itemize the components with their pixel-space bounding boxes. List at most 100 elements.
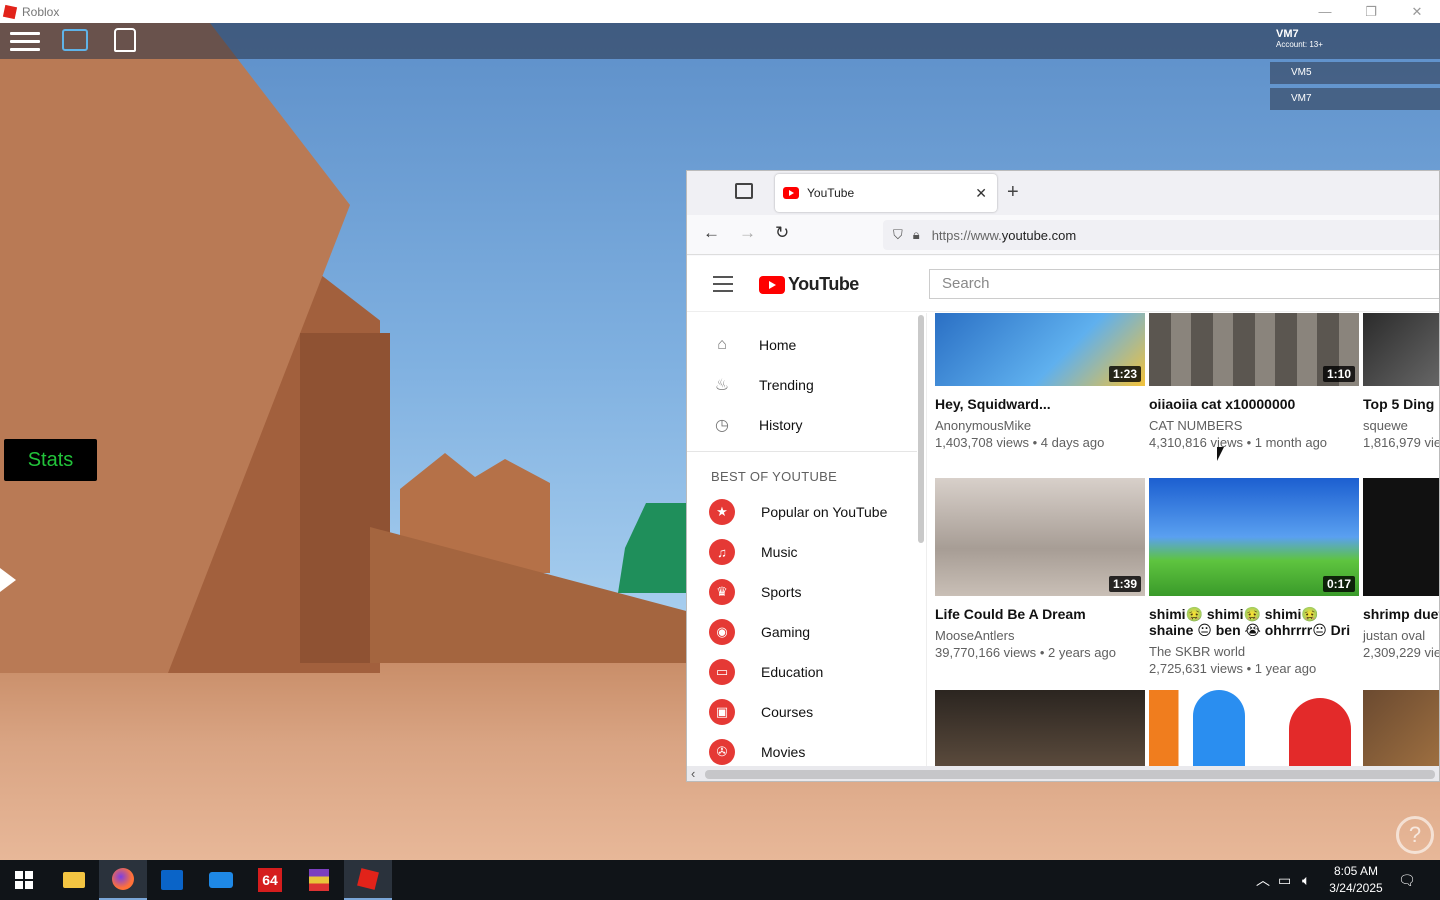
- video-thumbnail[interactable]: [1363, 690, 1439, 766]
- tab-close-icon[interactable]: ✕: [975, 185, 987, 202]
- folder-icon: [63, 872, 85, 888]
- video-card[interactable]: 0:17 shimi🤢 shimi🤢 shimi🤢 shaine 😐 ben 😭…: [1149, 478, 1359, 676]
- video-channel[interactable]: justan oval: [1363, 628, 1439, 643]
- chat-icon[interactable]: [62, 29, 88, 51]
- video-thumbnail[interactable]: [1149, 690, 1359, 766]
- url-text: https://www.youtube.com: [931, 227, 1077, 243]
- reload-button[interactable]: ↻: [775, 223, 789, 243]
- roblox-icon: [357, 868, 379, 890]
- sidebar-item-popular[interactable]: ★ Popular on YouTube: [687, 492, 917, 532]
- video-title[interactable]: shrimp duet: [1363, 606, 1439, 622]
- scrollbar-thumb[interactable]: [705, 770, 1435, 779]
- sidebar-item-courses[interactable]: ▣ Courses: [687, 692, 917, 732]
- video-thumbnail[interactable]: [935, 690, 1145, 766]
- url-bar[interactable]: ⛉ 🔒︎ https://www.youtube.com: [883, 220, 1439, 250]
- lock-icon[interactable]: 🔒︎: [913, 227, 920, 243]
- video-card[interactable]: [1363, 690, 1439, 766]
- youtube-logo[interactable]: YouTube: [759, 274, 859, 295]
- sidebar-item-education[interactable]: ▭ Education: [687, 652, 917, 692]
- outlook-icon: [161, 870, 183, 890]
- restore-button[interactable]: ❐: [1348, 0, 1394, 23]
- stats-button[interactable]: Stats: [4, 439, 97, 481]
- video-card[interactable]: 1:23 Hey, Squidward... AnonymousMike 1,4…: [935, 313, 1145, 450]
- sidebar-item-sports[interactable]: ♛ Sports: [687, 572, 917, 612]
- taskbar: 64 ︿ ▭ 🔈︎ 8:05 AM 3/24/2025 🗨︎: [0, 860, 1440, 900]
- sidebar-item-gaming[interactable]: ◉ Gaming: [687, 612, 917, 652]
- video-meta: 39,770,166 views • 2 years ago: [935, 645, 1116, 660]
- education-icon: ▭: [709, 659, 735, 685]
- network-icon[interactable]: ▭: [1278, 860, 1291, 900]
- roblox-menu-icon[interactable]: [10, 29, 40, 53]
- window-titlebar: Roblox — ❐ ✕: [0, 0, 1440, 23]
- video-channel[interactable]: squewe: [1363, 418, 1439, 433]
- tab-youtube[interactable]: YouTube ✕: [775, 174, 997, 212]
- sidebar-scrollbar[interactable]: [918, 315, 924, 543]
- archive-app-button[interactable]: [295, 860, 343, 900]
- video-title-line2[interactable]: shaine 😐 ben 😭 ohhrrrr😐 Dri: [1149, 622, 1359, 638]
- tray-overflow-icon[interactable]: ︿: [1256, 860, 1270, 900]
- youtube-favicon-icon: [783, 187, 799, 199]
- video-title[interactable]: Hey, Squidward...: [935, 396, 1145, 412]
- video-channel[interactable]: CAT NUMBERS: [1149, 418, 1359, 433]
- volume-icon[interactable]: 🔈︎: [1302, 860, 1310, 900]
- video-title[interactable]: oiiaoiia cat x10000000: [1149, 396, 1359, 412]
- video-card[interactable]: shrimp duet justan oval 2,309,229 vie: [1363, 478, 1439, 660]
- video-title[interactable]: Life Could Be A Dream: [935, 606, 1145, 622]
- roblox-logo-icon: [2, 4, 18, 19]
- app-64-icon: 64: [258, 868, 282, 892]
- help-icon[interactable]: ?: [1396, 816, 1434, 854]
- video-thumbnail[interactable]: [1363, 478, 1439, 596]
- notifications-icon[interactable]: 🗨︎: [1398, 860, 1416, 900]
- file-explorer-button[interactable]: [50, 860, 98, 900]
- video-card[interactable]: 1:39 Life Could Be A Dream MooseAntlers …: [935, 478, 1145, 660]
- video-card[interactable]: [935, 690, 1145, 766]
- backpack-icon[interactable]: [114, 28, 136, 52]
- video-thumbnail[interactable]: 1:10: [1149, 313, 1359, 386]
- youtube-page: YouTube Search ⌂ Home ♨ Trending ◷ Histo…: [687, 256, 1440, 766]
- video-thumbnail[interactable]: 1:39: [935, 478, 1145, 596]
- app-64-button[interactable]: 64: [246, 860, 294, 900]
- account-info[interactable]: VM7 Account: 13+: [1276, 28, 1323, 49]
- roblox-taskbar-button[interactable]: [344, 860, 392, 900]
- sidebar-item-trending[interactable]: ♨ Trending: [687, 365, 917, 405]
- sidebar-item-music[interactable]: ♫ Music: [687, 532, 917, 572]
- forward-button[interactable]: →: [739, 223, 756, 243]
- courses-icon: ▣: [709, 699, 735, 725]
- youtube-play-icon: [759, 275, 785, 294]
- new-tab-button[interactable]: +: [1007, 181, 1019, 204]
- video-thumbnail[interactable]: 1:23: [935, 313, 1145, 386]
- flame-icon: ♨: [714, 377, 730, 394]
- minimize-button[interactable]: —: [1302, 0, 1348, 23]
- video-card[interactable]: 1:10 oiiaoiia cat x10000000 CAT NUMBERS …: [1149, 313, 1359, 450]
- video-channel[interactable]: AnonymousMike: [935, 418, 1145, 433]
- video-channel[interactable]: The SKBR world: [1149, 644, 1359, 659]
- video-meta: 1,816,979 vie: [1363, 435, 1440, 450]
- close-button[interactable]: ✕: [1394, 0, 1440, 23]
- video-meta: 4,310,816 views • 1 month ago: [1149, 435, 1328, 450]
- video-card[interactable]: [1149, 690, 1359, 766]
- sidebar-item-history[interactable]: ◷ History: [687, 405, 917, 445]
- player-list-item[interactable]: VM5: [1270, 62, 1440, 84]
- pulse-app-button[interactable]: [197, 860, 245, 900]
- scroll-left-icon[interactable]: ‹: [691, 766, 695, 781]
- video-thumbnail[interactable]: [1363, 313, 1439, 386]
- youtube-menu-icon[interactable]: [713, 276, 733, 292]
- player-list-item[interactable]: VM7: [1270, 88, 1440, 110]
- start-button[interactable]: [0, 860, 48, 900]
- sidebar-item-movies[interactable]: ✇ Movies: [687, 732, 917, 766]
- tab-list-icon[interactable]: [735, 183, 753, 199]
- taskbar-clock[interactable]: 8:05 AM 3/24/2025: [1328, 863, 1384, 897]
- sidebar-item-home[interactable]: ⌂ Home: [687, 325, 917, 365]
- shield-icon[interactable]: ⛉: [893, 227, 903, 243]
- video-title[interactable]: shimi🤢 shimi🤢 shimi🤢: [1149, 606, 1359, 622]
- video-channel[interactable]: MooseAntlers: [935, 628, 1145, 643]
- star-icon: ★: [709, 499, 735, 525]
- search-input[interactable]: Search: [929, 269, 1439, 299]
- horizontal-scrollbar[interactable]: ‹: [687, 766, 1439, 781]
- firefox-button[interactable]: [99, 860, 147, 900]
- video-card[interactable]: Top 5 Ding D squewe 1,816,979 vie: [1363, 313, 1440, 450]
- outlook-button[interactable]: [148, 860, 196, 900]
- back-button[interactable]: ←: [703, 223, 720, 243]
- video-title[interactable]: Top 5 Ding D: [1363, 396, 1439, 412]
- video-thumbnail[interactable]: 0:17: [1149, 478, 1359, 596]
